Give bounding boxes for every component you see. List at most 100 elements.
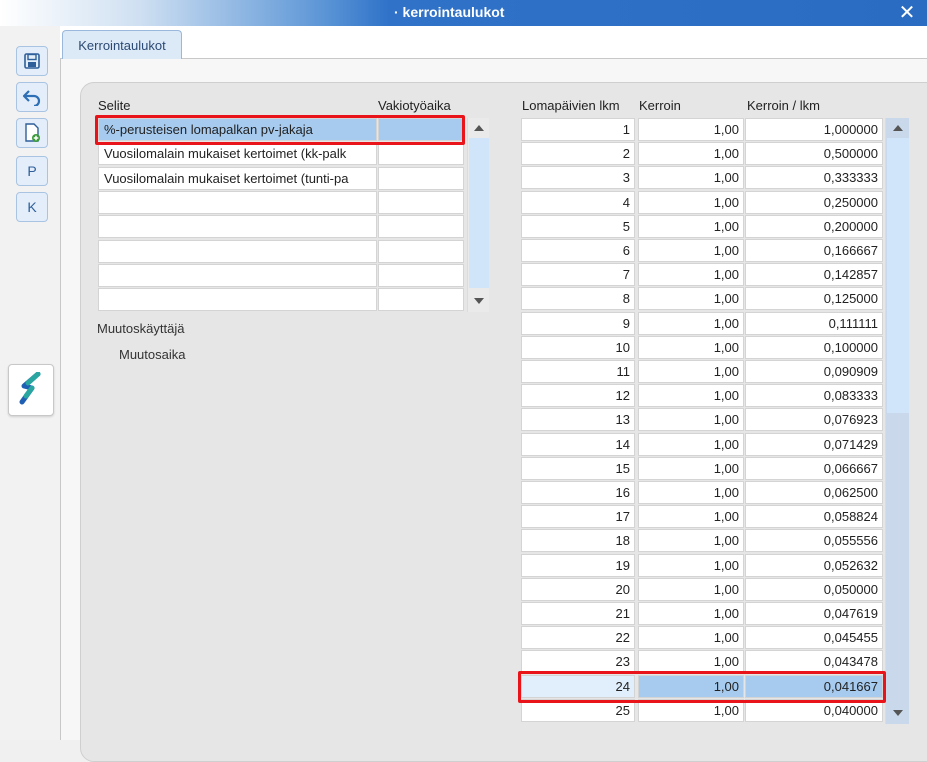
kerroin-cell[interactable]: 1,00 bbox=[638, 529, 744, 553]
lomapaivat-cell[interactable]: 12 bbox=[521, 384, 635, 408]
scroll-up-icon[interactable] bbox=[893, 125, 903, 131]
kerroin-per-lkm-cell[interactable]: 0,250000 bbox=[745, 190, 883, 214]
kerroin-per-lkm-cell[interactable]: 0,083333 bbox=[745, 384, 883, 408]
kerroin-per-lkm-cell[interactable]: 0,052632 bbox=[745, 553, 883, 577]
table-row[interactable]: 15 1,00 0,066667 bbox=[521, 456, 883, 481]
kerroin-cell[interactable]: 1,00 bbox=[638, 698, 744, 722]
kerroin-cell[interactable]: 1,00 bbox=[638, 118, 744, 141]
scroll-down-icon[interactable] bbox=[474, 298, 484, 304]
lomapaivat-cell[interactable]: 20 bbox=[521, 577, 635, 601]
lomapaivat-cell[interactable]: 6 bbox=[521, 239, 635, 262]
kerroin-scrollbar[interactable] bbox=[885, 118, 909, 724]
table-row[interactable]: %-perusteisen lomapalkan pv-jakaja bbox=[98, 118, 466, 142]
table-row[interactable]: 8 1,00 0,125000 bbox=[521, 287, 883, 311]
vakiotyoaika-cell[interactable] bbox=[378, 190, 464, 214]
table-row[interactable]: 11 1,00 0,090909 bbox=[521, 360, 883, 384]
lomapaivat-cell[interactable]: 23 bbox=[521, 650, 635, 674]
kerroin-per-lkm-cell[interactable]: 0,045455 bbox=[745, 626, 883, 650]
lomapaivat-cell[interactable]: 21 bbox=[521, 602, 635, 625]
undo-button[interactable] bbox=[16, 82, 48, 112]
selite-scrollbar[interactable] bbox=[467, 118, 489, 312]
kerroin-per-lkm-cell[interactable]: 0,166667 bbox=[745, 239, 883, 262]
kerroin-per-lkm-cell[interactable]: 0,100000 bbox=[745, 335, 883, 359]
kerroin-per-lkm-cell[interactable]: 0,500000 bbox=[745, 142, 883, 166]
table-row[interactable]: 22 1,00 0,045455 bbox=[521, 626, 883, 650]
table-row[interactable]: 4 1,00 0,250000 bbox=[521, 190, 883, 215]
table-row[interactable]: 5 1,00 0,200000 bbox=[521, 214, 883, 239]
selite-cell[interactable] bbox=[98, 239, 377, 263]
kerroin-per-lkm-cell[interactable]: 0,125000 bbox=[745, 287, 883, 311]
table-row[interactable]: 2 1,00 0,500000 bbox=[521, 142, 883, 166]
lomapaivat-cell[interactable]: 11 bbox=[521, 360, 635, 383]
kerroin-per-lkm-cell[interactable]: 0,142857 bbox=[745, 263, 883, 287]
kerroin-cell[interactable]: 1,00 bbox=[638, 360, 744, 383]
selite-cell[interactable] bbox=[98, 215, 377, 239]
scroll-down-icon[interactable] bbox=[893, 710, 903, 716]
table-row[interactable]: 14 1,00 0,071429 bbox=[521, 432, 883, 457]
lomapaivat-cell[interactable]: 16 bbox=[521, 481, 635, 504]
table-row[interactable]: 7 1,00 0,142857 bbox=[521, 263, 883, 287]
kerroin-cell[interactable]: 1,00 bbox=[638, 626, 744, 650]
kerroin-per-lkm-cell[interactable]: 0,062500 bbox=[745, 481, 883, 504]
lomapaivat-cell[interactable]: 13 bbox=[521, 408, 635, 432]
kerroin-per-lkm-cell[interactable]: 0,040000 bbox=[745, 698, 883, 722]
lomapaivat-cell[interactable]: 1 bbox=[521, 118, 635, 141]
kerroin-per-lkm-cell[interactable]: 1,000000 bbox=[745, 118, 883, 141]
kerroin-cell[interactable]: 1,00 bbox=[638, 408, 744, 432]
table-row[interactable]: Vuosilomalain mukaiset kertoimet (tunti-… bbox=[98, 166, 466, 191]
kerroin-cell[interactable]: 1,00 bbox=[638, 214, 744, 238]
kerroin-per-lkm-cell[interactable]: 0,047619 bbox=[745, 602, 883, 625]
table-row[interactable] bbox=[98, 288, 466, 312]
table-row[interactable]: Vuosilomalain mukaiset kertoimet (kk-pal… bbox=[98, 142, 466, 166]
selite-cell[interactable]: Vuosilomalain mukaiset kertoimet (kk-pal… bbox=[98, 142, 377, 166]
table-row[interactable]: 21 1,00 0,047619 bbox=[521, 602, 883, 626]
selite-cell[interactable]: Vuosilomalain mukaiset kertoimet (tunti-… bbox=[98, 166, 377, 190]
kerroin-per-lkm-cell[interactable]: 0,071429 bbox=[745, 432, 883, 456]
scroll-up-icon[interactable] bbox=[474, 125, 484, 131]
kerroin-per-lkm-cell[interactable]: 0,066667 bbox=[745, 456, 883, 480]
lomapaivat-cell[interactable]: 10 bbox=[521, 335, 635, 359]
kerroin-cell[interactable]: 1,00 bbox=[638, 190, 744, 214]
kerroin-cell[interactable]: 1,00 bbox=[638, 602, 744, 625]
vakiotyoaika-cell[interactable] bbox=[378, 288, 464, 312]
kerroin-cell[interactable]: 1,00 bbox=[638, 577, 744, 601]
kerroin-per-lkm-cell[interactable]: 0,041667 bbox=[745, 674, 883, 698]
kerroin-cell[interactable]: 1,00 bbox=[638, 287, 744, 311]
kerroin-per-lkm-cell[interactable]: 0,076923 bbox=[745, 408, 883, 432]
lomapaivat-cell[interactable]: 25 bbox=[521, 698, 635, 722]
table-row[interactable]: 10 1,00 0,100000 bbox=[521, 335, 883, 360]
selite-cell[interactable] bbox=[98, 190, 377, 214]
kerroin-cell[interactable]: 1,00 bbox=[638, 553, 744, 577]
kerroin-cell[interactable]: 1,00 bbox=[638, 432, 744, 456]
vakiotyoaika-cell[interactable] bbox=[378, 118, 464, 141]
table-row[interactable]: 3 1,00 0,333333 bbox=[521, 166, 883, 190]
lomapaivat-cell[interactable]: 18 bbox=[521, 529, 635, 553]
kerroin-per-lkm-cell[interactable]: 0,111111 bbox=[745, 311, 883, 335]
kerroin-cell[interactable]: 1,00 bbox=[638, 456, 744, 480]
lomapaivat-cell[interactable]: 22 bbox=[521, 626, 635, 650]
kerroin-per-lkm-cell[interactable]: 0,200000 bbox=[745, 214, 883, 238]
table-row[interactable] bbox=[98, 190, 466, 215]
table-row[interactable]: 23 1,00 0,043478 bbox=[521, 650, 883, 674]
table-row[interactable] bbox=[98, 263, 466, 288]
table-row[interactable] bbox=[98, 239, 466, 264]
kerroin-cell[interactable]: 1,00 bbox=[638, 674, 744, 698]
kerroin-cell[interactable]: 1,00 bbox=[638, 263, 744, 287]
kerroin-per-lkm-cell[interactable]: 0,090909 bbox=[745, 360, 883, 383]
kerroin-cell[interactable]: 1,00 bbox=[638, 311, 744, 335]
kerroin-cell[interactable]: 1,00 bbox=[638, 505, 744, 529]
new-document-button[interactable] bbox=[16, 118, 48, 148]
kerroin-per-lkm-cell[interactable]: 0,333333 bbox=[745, 166, 883, 190]
kerroin-cell[interactable]: 1,00 bbox=[638, 481, 744, 504]
p-button[interactable]: P bbox=[16, 156, 48, 186]
lomapaivat-cell[interactable]: 8 bbox=[521, 287, 635, 311]
app-logo-button[interactable] bbox=[8, 364, 54, 416]
table-row[interactable]: 20 1,00 0,050000 bbox=[521, 577, 883, 602]
kerroin-cell[interactable]: 1,00 bbox=[638, 166, 744, 190]
kerroin-cell[interactable]: 1,00 bbox=[638, 384, 744, 408]
lomapaivat-cell[interactable]: 19 bbox=[521, 553, 635, 577]
lomapaivat-cell[interactable]: 17 bbox=[521, 505, 635, 529]
vakiotyoaika-cell[interactable] bbox=[378, 263, 464, 287]
vakiotyoaika-cell[interactable] bbox=[378, 142, 464, 166]
table-row[interactable]: 24 1,00 0,041667 bbox=[521, 674, 883, 699]
